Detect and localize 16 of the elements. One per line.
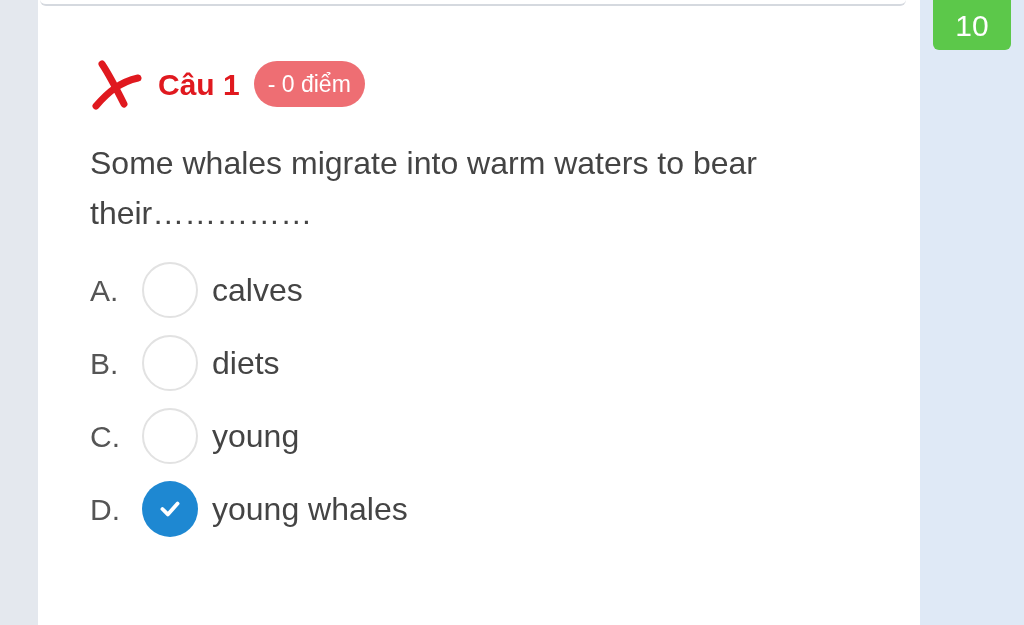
radio-button[interactable] bbox=[142, 262, 198, 318]
score-badge: - 0 điểm bbox=[253, 61, 365, 107]
question-text: Some whales migrate into warm waters to bear their…………… bbox=[90, 144, 758, 233]
question-counter: 10 bbox=[933, 0, 1011, 50]
option-text: young whales bbox=[212, 490, 408, 529]
option-letter: A. bbox=[90, 272, 120, 309]
option-text: calves bbox=[212, 271, 303, 310]
radio-button[interactable] bbox=[142, 481, 198, 537]
question-title: Câu 1 bbox=[158, 66, 240, 103]
option-text: young bbox=[212, 417, 300, 456]
option-letter: C. bbox=[90, 418, 121, 455]
option-letter: D. bbox=[90, 491, 121, 528]
option-letter: B. bbox=[90, 345, 120, 382]
option-text: diets bbox=[212, 344, 280, 383]
radio-button[interactable] bbox=[142, 408, 198, 464]
radio-button[interactable] bbox=[142, 335, 198, 391]
